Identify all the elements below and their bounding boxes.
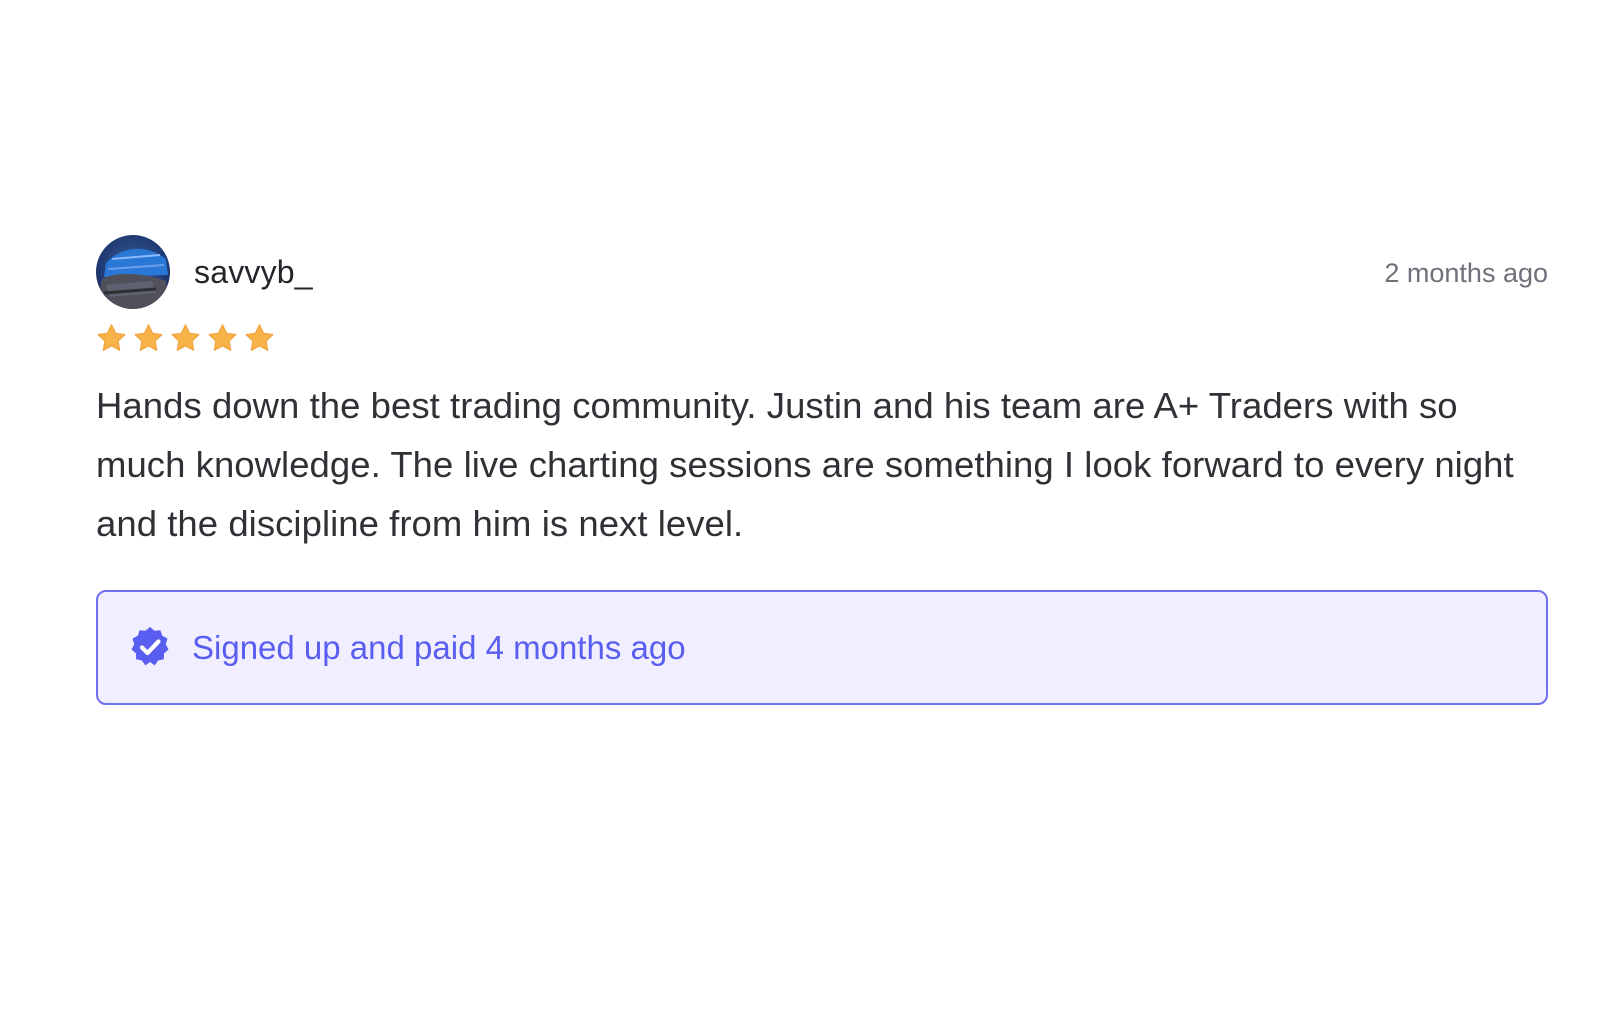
review-text: Hands down the best trading community. J… [96, 385, 1514, 544]
verified-badge-icon [131, 627, 169, 666]
star-icon [208, 323, 237, 351]
username[interactable]: savvyb_ [194, 256, 313, 288]
verified-text: Signed up and paid 4 months ago [192, 628, 686, 666]
star-icon [97, 323, 126, 351]
verified-purchase-banner: Signed up and paid 4 months ago [96, 589, 1548, 705]
user-avatar[interactable] [96, 235, 170, 309]
review-timestamp: 2 months ago [1384, 258, 1548, 288]
avatar-image [96, 235, 170, 309]
review-header: savvyb_ 2 months ago [96, 234, 1548, 310]
star-icon [134, 323, 163, 351]
review-card: savvyb_ 2 months ago Hands down the best… [96, 234, 1548, 705]
star-icon [245, 323, 274, 351]
star-icon [171, 323, 200, 351]
star-rating [96, 320, 1548, 356]
